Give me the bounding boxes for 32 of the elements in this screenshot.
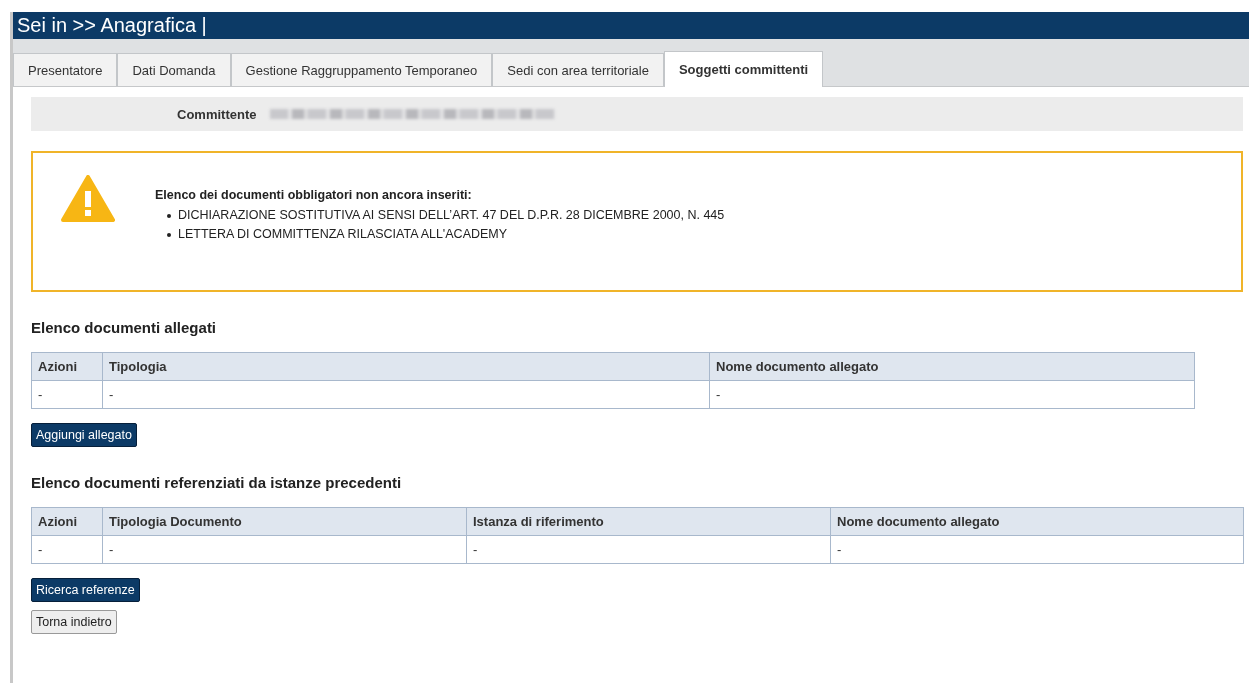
column-header: Istanza di riferimento	[466, 507, 831, 536]
section-title: Elenco documenti referenziati da istanze precedenti	[31, 474, 403, 491]
tab[interactable]: Gestione Raggruppamento Temporaneo	[230, 53, 493, 86]
warning-icon	[61, 175, 115, 223]
bullet-icon	[167, 232, 171, 237]
tab[interactable]: Sedi con area territoriale	[492, 53, 664, 86]
column-header: Nome documento allegato	[830, 507, 1244, 536]
warning-title: Elenco dei documenti obbligatori non ancora inseriti:	[155, 188, 473, 202]
table-cell: -	[830, 535, 1244, 564]
column-header: Tipologia Documento	[102, 507, 467, 536]
column-header: Nome documento allegato	[709, 352, 1195, 381]
table-cell: -	[709, 380, 1195, 409]
table-cell: -	[102, 535, 467, 564]
missing-document-item: DICHIARAZIONE SOSTITUTIVA AI SENSI DELL’ART. 47 DEL D.P.R. 28 DICEMBRE 2000, N. 445	[178, 207, 725, 224]
bullet-icon	[167, 213, 171, 218]
back-button[interactable]: Torna indietro	[31, 610, 117, 634]
tab[interactable]: Presentatore	[13, 53, 118, 86]
tab[interactable]: Dati Domanda	[117, 53, 231, 86]
column-header: Tipologia	[102, 352, 710, 381]
table-cell: -	[102, 380, 710, 409]
add-attachment-button[interactable]: Aggiungi allegato	[31, 423, 137, 447]
table-cell: -	[31, 380, 103, 409]
column-header: Azioni	[31, 352, 103, 381]
search-references-button[interactable]: Ricerca referenze	[31, 578, 140, 602]
tab[interactable]: Soggetti committenti	[663, 51, 824, 87]
table-cell: -	[466, 535, 831, 564]
table-cell: -	[31, 535, 103, 564]
page-header: Sei in >> Anagrafica |	[13, 12, 1249, 39]
committente-label: Committente	[177, 106, 257, 122]
section-title: Elenco documenti allegati	[31, 319, 218, 336]
column-header: Azioni	[31, 507, 103, 536]
missing-document-item: LETTERA DI COMMITTENZA RILASCIATA ALL'ACADEMY	[178, 226, 508, 243]
